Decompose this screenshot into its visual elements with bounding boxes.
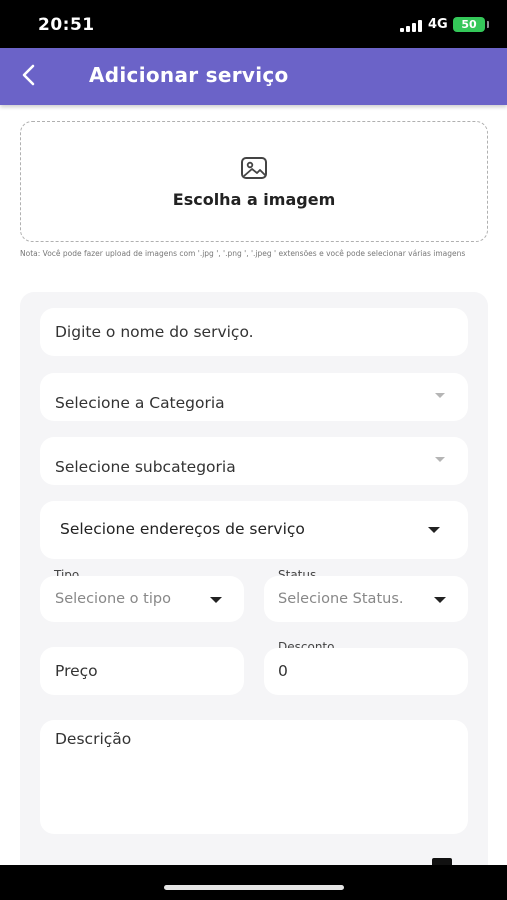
service-name-placeholder: Digite o nome do serviço.	[55, 323, 254, 341]
subcategory-placeholder: Selecione subcategoria	[55, 458, 236, 476]
image-picker-label: Escolha a imagem	[172, 190, 336, 209]
upload-note: Nota: Você pode fazer upload de imagens …	[20, 249, 466, 258]
discount-value: 0	[278, 662, 288, 680]
category-select[interactable]: Selecione a Categoria	[40, 373, 468, 421]
service-name-input[interactable]: Digite o nome do serviço.	[40, 308, 468, 356]
battery-level: 50	[461, 18, 477, 31]
category-placeholder: Selecione a Categoria	[55, 394, 225, 412]
battery-icon: 50	[453, 17, 485, 32]
chevron-down-icon	[435, 457, 445, 462]
signal-icon	[400, 20, 422, 32]
status-time: 20:51	[38, 15, 95, 35]
description-placeholder: Descrição	[55, 730, 132, 748]
service-address-select[interactable]: Selecione endereços de serviço	[40, 501, 468, 559]
home-indicator[interactable]	[164, 885, 344, 890]
page-title: Adicionar serviço	[89, 63, 289, 87]
network-type: 4G	[428, 17, 448, 32]
chevron-down-icon	[435, 393, 445, 398]
chevron-down-icon	[434, 597, 446, 603]
type-select[interactable]: Selecione o tipo	[40, 576, 244, 622]
image-picker[interactable]: Escolha a imagem	[20, 121, 488, 242]
price-placeholder: Preço	[55, 662, 98, 680]
status-bar: 20:51 4G 50	[0, 0, 507, 48]
price-input[interactable]: Preço	[40, 647, 244, 695]
app-bar: Adicionar serviço	[0, 48, 507, 105]
discount-input[interactable]: 0	[264, 648, 468, 695]
description-textarea[interactable]: Descrição	[40, 720, 468, 834]
type-placeholder: Selecione o tipo	[55, 591, 171, 607]
chevron-down-icon	[210, 597, 222, 603]
battery-tip	[487, 21, 489, 28]
back-arrow-icon[interactable]	[14, 60, 44, 90]
chevron-down-icon	[428, 527, 440, 533]
service-form: Digite o nome do serviço. Selecione a Ca…	[20, 292, 488, 900]
service-address-placeholder: Selecione endereços de serviço	[60, 520, 305, 538]
subcategory-select[interactable]: Selecione subcategoria	[40, 437, 468, 485]
status-select[interactable]: Selecione Status.	[264, 576, 468, 622]
status-placeholder: Selecione Status.	[278, 591, 404, 607]
screen: 20:51 4G 50 Adicionar serviço Escolha a …	[0, 0, 507, 900]
image-icon	[240, 156, 268, 180]
home-bar-area	[0, 865, 507, 900]
